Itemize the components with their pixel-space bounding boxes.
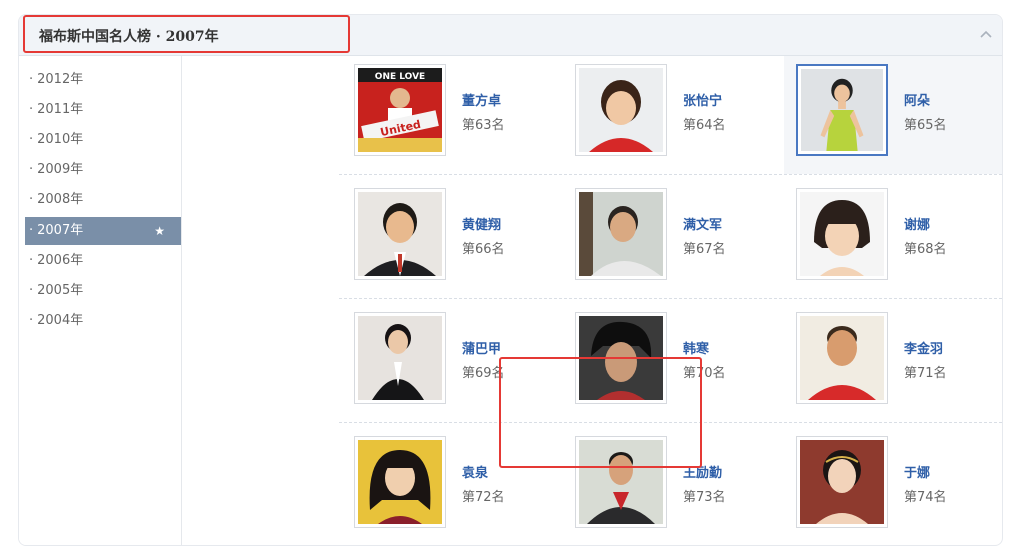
row-divider <box>339 298 1002 299</box>
person-photo[interactable] <box>796 436 888 528</box>
person-photo[interactable] <box>796 188 888 280</box>
sidebar-item-2008[interactable]: · 2008年 <box>25 186 181 214</box>
person-name-link[interactable]: 张怡宁 <box>683 90 722 109</box>
person-name-link[interactable]: 董方卓 <box>462 90 501 109</box>
person-name-link[interactable]: 谢娜 <box>904 214 930 233</box>
people-grid: ONE LOVE United 董方卓 第63名 张怡宁 第64名 阿朵 第65… <box>181 56 1002 545</box>
person-rank: 第73名 <box>683 490 726 505</box>
person-photo[interactable] <box>354 436 446 528</box>
person-rank: 第71名 <box>904 366 947 381</box>
portrait-photo <box>800 440 884 524</box>
person-card-a-duo[interactable]: 阿朵 第65名 <box>796 64 1002 164</box>
person-photo[interactable] <box>575 188 667 280</box>
person-rank: 第67名 <box>683 242 726 257</box>
sidebar-item-2004[interactable]: · 2004年 <box>25 307 181 335</box>
year-sidebar: · 2012年 · 2011年 · 2010年 · 2009年 · 2008年 · 2007… <box>19 56 182 545</box>
person-photo[interactable] <box>575 64 667 156</box>
person-rank: 第72名 <box>462 490 505 505</box>
sidebar-item-2006[interactable]: · 2006年 <box>25 247 181 275</box>
person-rank: 第65名 <box>904 118 947 133</box>
person-photo[interactable] <box>354 188 446 280</box>
person-card-xie-na[interactable]: 谢娜 第68名 <box>796 188 1002 288</box>
person-card-zhang-yining[interactable]: 张怡宁 第64名 <box>575 64 785 164</box>
person-name-link[interactable]: 于娜 <box>904 462 930 481</box>
person-card-man-wenjun[interactable]: 满文军 第67名 <box>575 188 785 288</box>
portrait-photo <box>800 316 884 400</box>
sidebar-item-2011[interactable]: · 2011年 <box>25 96 181 124</box>
person-name-link[interactable]: 李金羽 <box>904 338 943 357</box>
person-rank: 第63名 <box>462 118 505 133</box>
person-card-huang-jianxiang[interactable]: 黄健翔 第66名 <box>354 188 564 288</box>
person-name-link[interactable]: 韩寒 <box>683 338 709 357</box>
portrait-photo <box>579 68 663 152</box>
sidebar-item-2010[interactable]: · 2010年 <box>25 126 181 154</box>
person-highlight-box <box>499 357 702 468</box>
person-name-link[interactable]: 蒲巴甲 <box>462 338 501 357</box>
portrait-photo <box>801 69 883 151</box>
person-name-link[interactable]: 袁泉 <box>462 462 488 481</box>
portrait-photo <box>358 316 442 400</box>
star-icon: ★ <box>154 224 165 238</box>
person-rank: 第74名 <box>904 490 947 505</box>
portrait-photo <box>800 192 884 276</box>
magazine-cover-photo: ONE LOVE United <box>358 68 442 152</box>
sidebar-item-2007[interactable]: · 2007年 ★ <box>25 217 181 245</box>
sidebar-item-2005[interactable]: · 2005年 <box>25 277 181 305</box>
person-card-yu-na[interactable]: 于娜 第74名 <box>796 436 1002 536</box>
svg-text:ONE LOVE: ONE LOVE <box>375 72 425 82</box>
person-photo[interactable] <box>354 312 446 404</box>
title-highlight-box <box>23 15 350 53</box>
person-rank: 第68名 <box>904 242 947 257</box>
person-rank: 第66名 <box>462 242 505 257</box>
person-name-link[interactable]: 满文军 <box>683 214 722 233</box>
person-photo[interactable]: ONE LOVE United <box>354 64 446 156</box>
person-card-dong-fangzhuo[interactable]: ONE LOVE United 董方卓 第63名 <box>354 64 564 164</box>
portrait-photo <box>358 192 442 276</box>
sidebar-item-2009[interactable]: · 2009年 <box>25 156 181 184</box>
rankings-panel: 福布斯中国名人榜 · 2007年 · 2012年 · 2011年 · 2010年 · 2… <box>18 14 1003 546</box>
person-rank: 第64名 <box>683 118 726 133</box>
person-photo-selected[interactable] <box>796 64 888 156</box>
chevron-up-icon[interactable] <box>978 27 994 43</box>
person-photo[interactable] <box>796 312 888 404</box>
person-name-link[interactable]: 阿朵 <box>904 90 930 109</box>
person-card-li-jinyu[interactable]: 李金羽 第71名 <box>796 312 1002 412</box>
portrait-photo <box>579 192 663 276</box>
sidebar-item-2012[interactable]: · 2012年 <box>25 66 181 94</box>
portrait-photo <box>358 440 442 524</box>
person-name-link[interactable]: 黄健翔 <box>462 214 501 233</box>
row-divider <box>339 174 1002 175</box>
